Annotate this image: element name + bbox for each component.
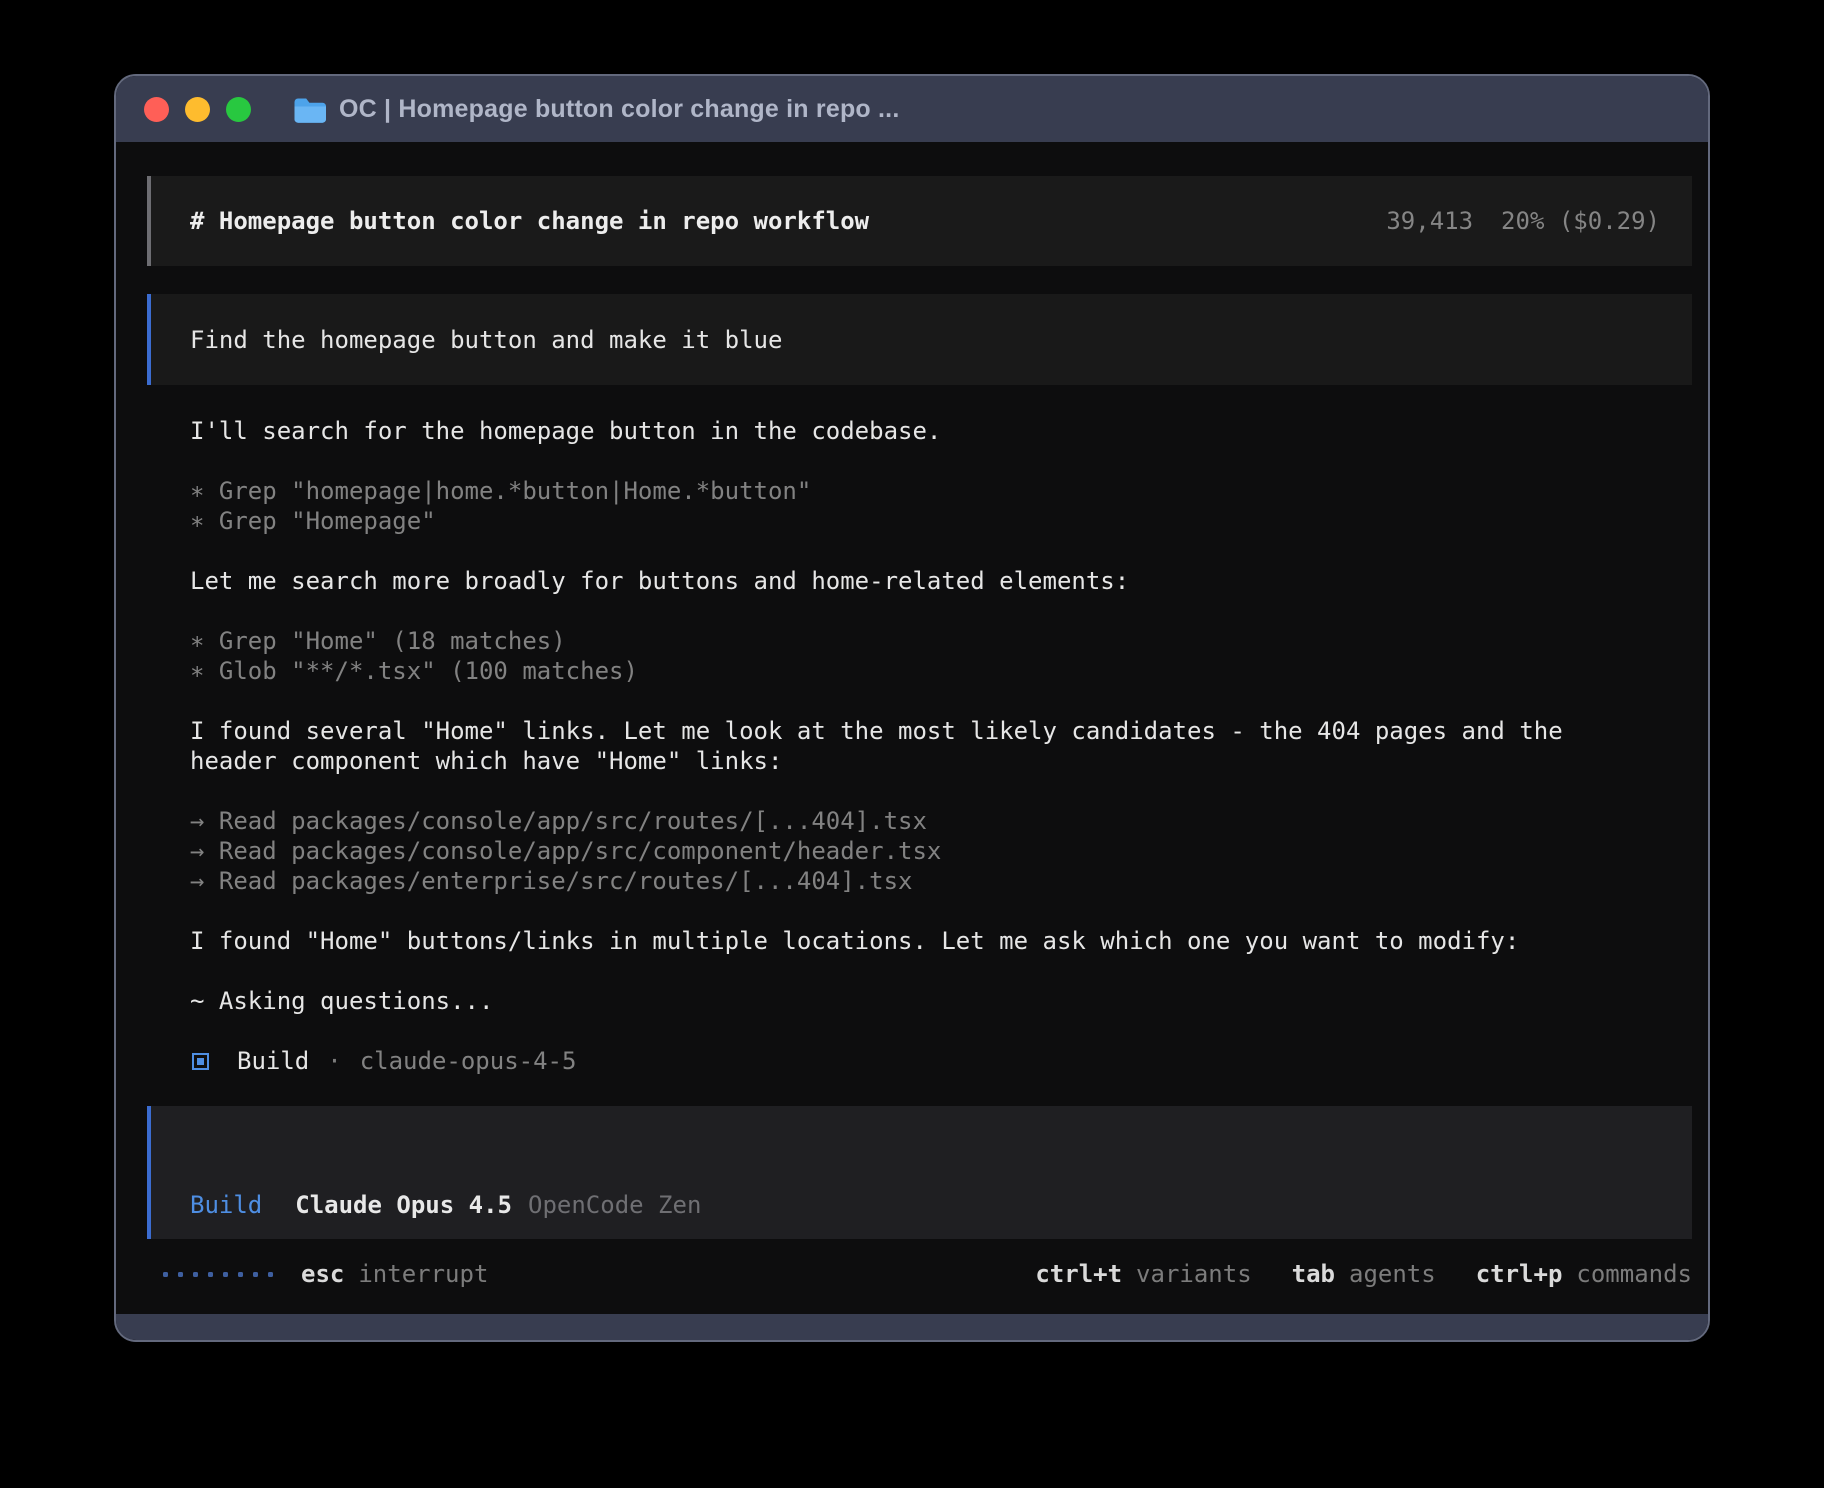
agent-status-icon bbox=[192, 1053, 209, 1070]
window-titlebar[interactable]: OC | Homepage button color change in rep… bbox=[116, 76, 1708, 142]
spinner-dot bbox=[178, 1272, 183, 1277]
transcript-line: ~ Asking questions... bbox=[190, 986, 1692, 1016]
prompt-input[interactable]: Build Claude Opus 4.5 OpenCode Zen bbox=[147, 1106, 1692, 1239]
status-bar: esc interrupt ctrl+t variants tab agents ct… bbox=[163, 1259, 1692, 1289]
terminal-window: OC | Homepage button color change in rep… bbox=[114, 74, 1710, 1342]
session-header: # Homepage button color change in repo w… bbox=[147, 176, 1692, 266]
spinner-dot bbox=[223, 1272, 228, 1277]
desktop: { "colors": { "accent_blue": "#4e8ee3", … bbox=[0, 0, 1824, 1488]
transcript-line: ∗ Grep "Home" (18 matches) bbox=[190, 626, 1692, 656]
transcript-line bbox=[190, 536, 1692, 566]
agent-model: claude-opus-4-5 bbox=[360, 1047, 577, 1075]
session-stats: 39,413 20% ($0.29) bbox=[1386, 207, 1660, 235]
session-title: # Homepage button color change in repo w… bbox=[190, 207, 869, 235]
keyboard-hint: ctrl+t variants bbox=[1035, 1260, 1251, 1288]
mode-indicator[interactable]: Build bbox=[190, 1191, 262, 1219]
window-title: OC | Homepage button color change in rep… bbox=[339, 95, 899, 124]
hint-key: esc bbox=[301, 1260, 344, 1288]
window-bottom-edge bbox=[116, 1314, 1708, 1340]
transcript-line bbox=[190, 446, 1692, 476]
hint-label: interrupt bbox=[358, 1260, 488, 1288]
user-message: Find the homepage button and make it blu… bbox=[147, 294, 1692, 385]
transcript-lines: I'll search for the homepage button in t… bbox=[190, 416, 1692, 1046]
transcript-line: I found "Home" buttons/links in multiple… bbox=[190, 926, 1692, 956]
spinner-dot bbox=[268, 1272, 273, 1277]
agent-name: Build bbox=[237, 1047, 309, 1075]
left-hints: esc interrupt bbox=[301, 1260, 488, 1288]
transcript-line bbox=[190, 596, 1692, 626]
right-hints: ctrl+t variants tab agents ctrl+p commands bbox=[1035, 1260, 1692, 1288]
transcript-line: I'll search for the homepage button in t… bbox=[190, 416, 1692, 446]
assistant-transcript: I'll search for the homepage button in t… bbox=[190, 416, 1692, 1076]
hint-label: agents bbox=[1349, 1260, 1436, 1288]
hint-label: commands bbox=[1576, 1260, 1692, 1288]
hint-key: ctrl+t bbox=[1035, 1260, 1122, 1288]
terminal-content: # Homepage button color change in repo w… bbox=[116, 142, 1708, 1314]
spinner-dot bbox=[208, 1272, 213, 1277]
transcript-line: → Read packages/console/app/src/routes/[… bbox=[190, 806, 1692, 836]
transcript-line: I found several "Home" links. Let me loo… bbox=[190, 716, 1692, 746]
hint-key: ctrl+p bbox=[1476, 1260, 1563, 1288]
hint-label: variants bbox=[1136, 1260, 1252, 1288]
minimize-button[interactable] bbox=[185, 97, 210, 122]
zoom-button[interactable] bbox=[226, 97, 251, 122]
close-button[interactable] bbox=[144, 97, 169, 122]
transcript-line: ∗ Grep "homepage|home.*button|Home.*butt… bbox=[190, 476, 1692, 506]
transcript-line bbox=[190, 896, 1692, 926]
transcript-line: ∗ Glob "**/*.tsx" (100 matches) bbox=[190, 656, 1692, 686]
provider-name: OpenCode Zen bbox=[528, 1191, 701, 1219]
transcript-line bbox=[190, 956, 1692, 986]
model-name[interactable]: Claude Opus 4.5 bbox=[295, 1191, 512, 1219]
spinner-dot bbox=[193, 1272, 198, 1277]
transcript-line bbox=[190, 686, 1692, 716]
transcript-line bbox=[190, 1016, 1692, 1046]
transcript-line: header component which have "Home" links… bbox=[190, 746, 1692, 776]
transcript-line: → Read packages/enterprise/src/routes/[.… bbox=[190, 866, 1692, 896]
keyboard-hint: tab agents bbox=[1292, 1260, 1436, 1288]
user-message-text: Find the homepage button and make it blu… bbox=[190, 326, 782, 354]
keyboard-hint: ctrl+p commands bbox=[1476, 1260, 1692, 1288]
keyboard-hint: esc interrupt bbox=[301, 1260, 488, 1288]
spinner-dot bbox=[163, 1272, 168, 1277]
spinner-dot bbox=[238, 1272, 243, 1277]
transcript-line: ∗ Grep "Homepage" bbox=[190, 506, 1692, 536]
token-count: 39,413 bbox=[1386, 207, 1473, 235]
transcript-line bbox=[190, 776, 1692, 806]
transcript-line: Let me search more broadly for buttons a… bbox=[190, 566, 1692, 596]
agent-badge-separator: · bbox=[327, 1047, 341, 1075]
spinner-dots bbox=[163, 1272, 273, 1277]
composer-status: Build Claude Opus 4.5 OpenCode Zen bbox=[190, 1191, 701, 1219]
spinner-dot bbox=[253, 1272, 258, 1277]
agent-badge: Build · claude-opus-4-5 bbox=[192, 1046, 1692, 1076]
transcript-line: → Read packages/console/app/src/componen… bbox=[190, 836, 1692, 866]
context-usage-cost: 20% ($0.29) bbox=[1501, 207, 1660, 235]
folder-icon bbox=[293, 96, 326, 123]
hint-key: tab bbox=[1292, 1260, 1335, 1288]
